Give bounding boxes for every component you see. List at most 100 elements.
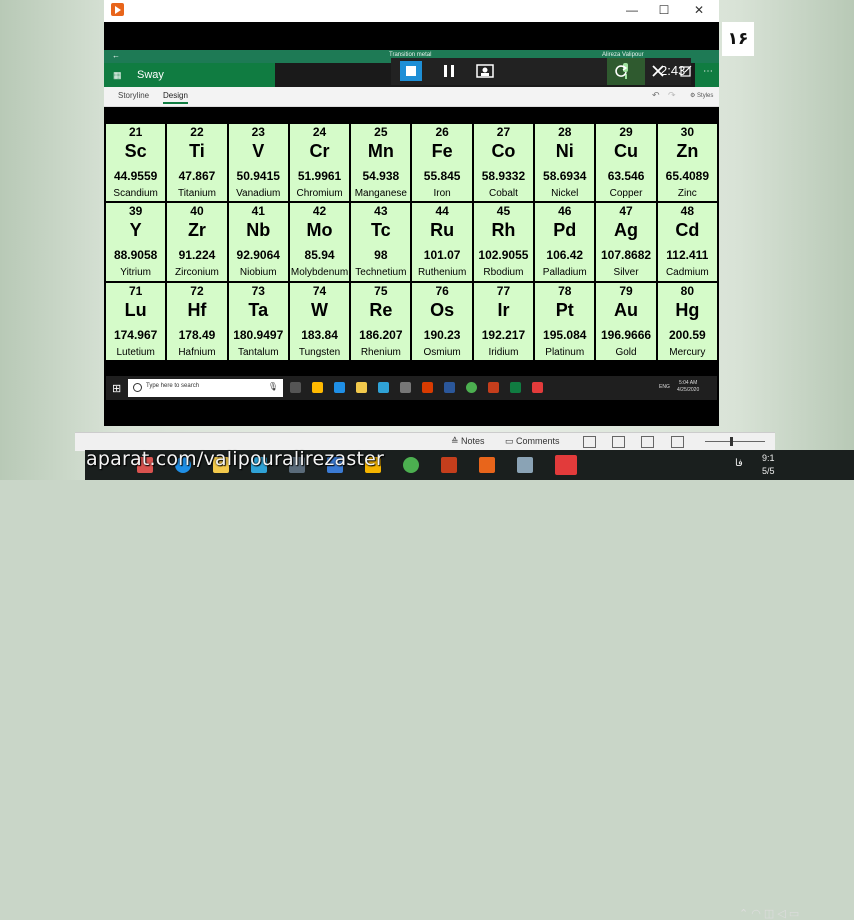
host-clock[interactable]: 9:1 5/5 [762,452,775,478]
element-cell-cu: 29 Cu 63.546 Copper [596,124,656,202]
host-media-player-icon[interactable] [479,457,495,473]
element-name: Mercury [669,346,706,358]
atomic-mass: 180.9497 [233,327,284,342]
reading-view-icon[interactable] [641,436,654,448]
notes-button[interactable]: ≙ Notes [451,436,485,447]
atomic-number: 78 [558,283,572,298]
powerpoint-icon[interactable] [488,382,499,393]
host-date: 5/5 [762,466,775,476]
slideshow-icon[interactable] [671,436,684,448]
element-name: Iron [433,188,451,199]
pause-button[interactable] [436,61,462,81]
task-view-icon[interactable] [290,382,301,393]
host-language-indicator[interactable]: فا [735,458,743,469]
taskbar-search-box[interactable]: Type here to search 🎙 [128,379,283,397]
element-name: Tantalum [237,346,279,358]
webcam-button[interactable] [472,61,498,81]
word-icon[interactable] [444,382,455,393]
element-name: Lutetium [116,346,155,358]
atomic-mass: 44.9559 [113,169,158,183]
windows-start-icon[interactable]: ⊞ [112,382,121,395]
atomic-mass: 58.6934 [543,169,587,183]
normal-view-icon[interactable] [583,436,596,448]
app-launcher-icon[interactable]: ▦ [113,71,122,80]
app-icon-4[interactable] [378,382,389,393]
minimize-button[interactable]: — [617,2,647,19]
atomic-mass: 65.4089 [665,169,710,183]
element-cell-lu: 71 Lu 174.967 Lutetium [106,282,166,360]
tab-storyline[interactable]: Storyline [118,91,149,100]
element-name: Titanium [177,188,216,199]
cancel-record-button[interactable] [645,61,671,81]
host-app-icon-11[interactable] [517,457,533,473]
element-symbol: V [252,141,265,161]
recorder-icon[interactable] [532,382,543,393]
tab-design[interactable]: Design [163,91,188,104]
styles-button[interactable]: ⚙ Styles [690,92,713,99]
chrome-icon[interactable] [466,382,477,393]
window-titlebar: — ☐ ✕ [104,0,719,22]
edge-icon[interactable] [334,382,345,393]
atomic-mass: 50.9415 [236,169,280,183]
zoom-slider-knob[interactable] [730,437,733,446]
element-name: Niobium [239,267,277,279]
host-recorder-icon[interactable] [555,455,577,475]
element-name: Ruthenium [417,267,467,279]
inner-clock[interactable]: 5:04 AM 4/25/2020 [677,380,699,394]
element-name: Tungsten [298,346,341,358]
close-button[interactable]: ✕ [684,2,714,19]
maximize-button[interactable]: ☐ [649,2,679,19]
element-name: Cobalt [488,188,518,199]
element-cell-re: 75 Re 186.207 Rhenium [351,282,411,360]
element-symbol: Au [614,299,639,320]
close-icon [652,65,664,77]
sway-tabs-bar: Storyline Design ↶ ↷ ⚙ Styles [104,87,719,107]
app-icon-5[interactable] [400,382,411,393]
atomic-number: 25 [374,125,388,139]
host-chrome-icon[interactable] [403,457,419,473]
microphone-icon: 🎙 [267,382,278,391]
atomic-mass: 47.867 [178,169,216,183]
inner-date: 4/25/2020 [677,387,700,393]
more-options-icon[interactable]: ⋯ [700,61,716,81]
atomic-number: 40 [190,204,204,219]
atomic-number: 45 [496,204,511,219]
element-name: Cadmium [665,267,709,279]
element-name: Technetium [355,267,407,279]
slide-sorter-icon[interactable] [612,436,625,448]
system-tray-icons[interactable]: ⌃ ◠ ◫ ◁ ▭ [739,907,799,920]
comments-button[interactable]: ▭ Comments [505,436,560,447]
office-icon[interactable] [422,382,433,393]
element-name: Osmium [423,346,461,358]
element-symbol: W [311,299,329,320]
zoom-slider[interactable] [705,441,765,442]
notes-icon: ≙ [451,436,462,446]
undo-icon[interactable]: ↶ [652,90,660,101]
element-name: Nickel [551,188,579,199]
atomic-number: 72 [190,283,204,298]
edit-button[interactable] [678,61,694,81]
app-window: — ☐ ✕ ← Transition metal Alireza Valipou… [104,0,719,426]
file-explorer-icon[interactable] [356,382,367,393]
element-cell-pd: 46 Pd 106.42 Palladium [535,203,595,281]
element-cell-pt: 78 Pt 195.084 Platinum [535,282,595,360]
restart-button[interactable] [608,61,634,81]
comment-icon: ▭ [505,436,517,446]
element-name: Zirconium [174,267,219,279]
inner-time: 5:04 AM [678,380,698,386]
element-symbol: Os [430,299,455,320]
atomic-number: 75 [374,283,388,298]
element-cell-v: 23 V 50.9415 Vanadium [228,124,288,202]
back-arrow-icon[interactable]: ← [112,51,120,60]
element-symbol: Ru [430,220,455,241]
language-indicator[interactable]: ENG [659,384,670,390]
stop-record-button[interactable] [400,61,422,81]
store-icon[interactable] [312,382,323,393]
atomic-mass: 174.967 [113,327,158,342]
redo-icon[interactable]: ↷ [668,90,676,101]
host-powerpoint-icon[interactable] [441,457,457,473]
styles-label: Styles [697,93,714,99]
sway-icon[interactable] [510,382,521,393]
atomic-number: 29 [619,125,633,139]
atomic-mass: 92.9064 [236,248,280,263]
